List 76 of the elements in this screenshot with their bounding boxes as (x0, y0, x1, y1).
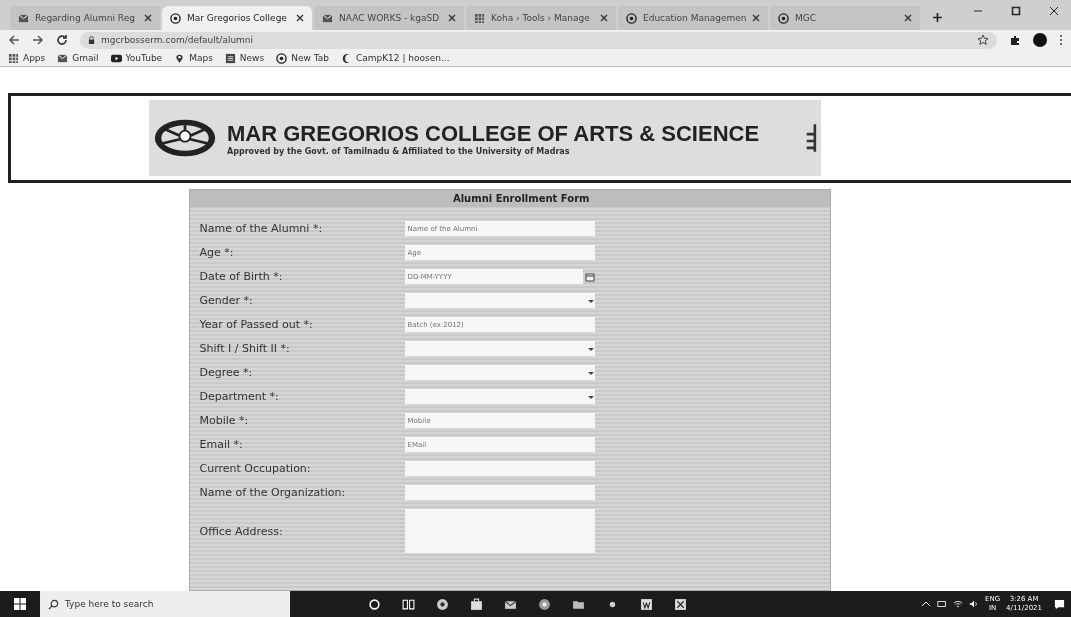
speaker-icon[interactable] (969, 599, 979, 609)
play-icon (110, 52, 122, 64)
text-field[interactable] (404, 485, 595, 500)
browser-tab[interactable]: NAAC WORKS - kgaSD (314, 6, 464, 30)
address-bar[interactable]: mgcrbosserm.com/default/alumni (80, 31, 997, 49)
new-tab-icon[interactable] (932, 12, 943, 23)
notification-icon[interactable] (1054, 598, 1065, 610)
battery-icon[interactable] (937, 599, 947, 609)
search-placeholder: Type here to search (65, 599, 154, 609)
windows-logo-icon[interactable] (14, 598, 26, 610)
chevron-up-icon[interactable] (921, 599, 931, 609)
browser-tab[interactable]: MGC (770, 6, 920, 30)
college-tagline: Approved by the Govt. of Tamilnadu & Affiliated to the University of Madras (227, 146, 571, 156)
lock-icon (88, 35, 95, 45)
globe-icon (276, 52, 288, 64)
bookmark[interactable]: Maps (174, 52, 213, 64)
browser-tab[interactable]: Koha › Tools › Manage (466, 6, 616, 30)
bookmark[interactable]: New Tab (276, 52, 329, 64)
bookmark[interactable]: Apps (8, 52, 46, 64)
field-label: Office Address: (199, 524, 284, 538)
field-label: Shift I / Shift II *: (199, 342, 291, 355)
close-icon[interactable] (752, 14, 760, 22)
college-emblem-icon (153, 117, 217, 159)
map-pin-icon (174, 52, 186, 64)
field-label: Year of Passed out *: (199, 318, 314, 331)
search-icon (48, 598, 59, 610)
grid-icon (8, 52, 19, 64)
newspaper-icon (224, 52, 236, 64)
globe-icon (626, 12, 637, 24)
globe-icon (170, 12, 181, 24)
maximize-icon[interactable] (1011, 6, 1021, 16)
taskbar-search-field[interactable]: Type here to search (40, 591, 290, 617)
menu-icon[interactable] (1059, 34, 1063, 46)
field-label: Name of the Alumni *: (199, 222, 324, 235)
field-label: Mobile *: (199, 414, 250, 427)
field-label: Date of Birth *: (199, 270, 284, 283)
network-icon[interactable] (953, 599, 963, 609)
close-icon[interactable] (1049, 6, 1059, 16)
close-icon[interactable] (600, 14, 608, 22)
field-label: Current Occupation: (199, 462, 312, 475)
excel-app-icon[interactable] (674, 597, 687, 611)
forward-icon[interactable] (32, 34, 44, 46)
back-icon[interactable] (8, 34, 20, 46)
browser-tab[interactable]: Education Managemen (618, 6, 768, 30)
browser-tab[interactable]: Regarding Alumni Reg (10, 6, 160, 30)
bookmark[interactable]: CampK12 | hoosen... (340, 52, 450, 64)
word-app-icon[interactable] (640, 597, 653, 611)
field-label: Name of the Organization: (199, 486, 347, 499)
puzzle-icon[interactable] (1009, 34, 1021, 46)
url-text: mgcrbosserm.com/default/alumni (101, 35, 255, 45)
text-field[interactable] (404, 461, 595, 476)
globe-icon (778, 12, 789, 24)
field-label: Email *: (199, 438, 244, 451)
mail-icon (322, 12, 333, 24)
field-label: Age *: (199, 246, 235, 259)
close-icon[interactable] (144, 14, 152, 22)
calendar-icon[interactable] (584, 271, 595, 282)
reload-icon[interactable] (56, 34, 68, 46)
close-icon[interactable] (448, 14, 456, 22)
browser-tab[interactable]: Mar Gregorios College (162, 6, 312, 30)
task-view-icon[interactable] (402, 597, 415, 611)
bookmark[interactable]: YouTube (110, 52, 163, 64)
mail-icon (18, 12, 29, 24)
mail-icon (57, 52, 69, 64)
grid-icon (474, 12, 485, 24)
form-title: Alumni Enrollment Form (189, 190, 830, 207)
close-icon[interactable] (904, 14, 912, 22)
avatar[interactable] (1033, 33, 1047, 47)
bookmark[interactable]: Gmail (57, 52, 99, 64)
bookmark[interactable]: News (224, 52, 265, 64)
star-icon[interactable] (977, 34, 989, 46)
field-label: Gender *: (199, 294, 254, 307)
field-label: Department *: (199, 390, 280, 403)
college-name: MAR GREGORIOS COLLEGE OF ARTS & SCIENCE (227, 120, 761, 147)
field-label: Degree *: (199, 366, 254, 379)
close-icon[interactable] (296, 14, 304, 22)
